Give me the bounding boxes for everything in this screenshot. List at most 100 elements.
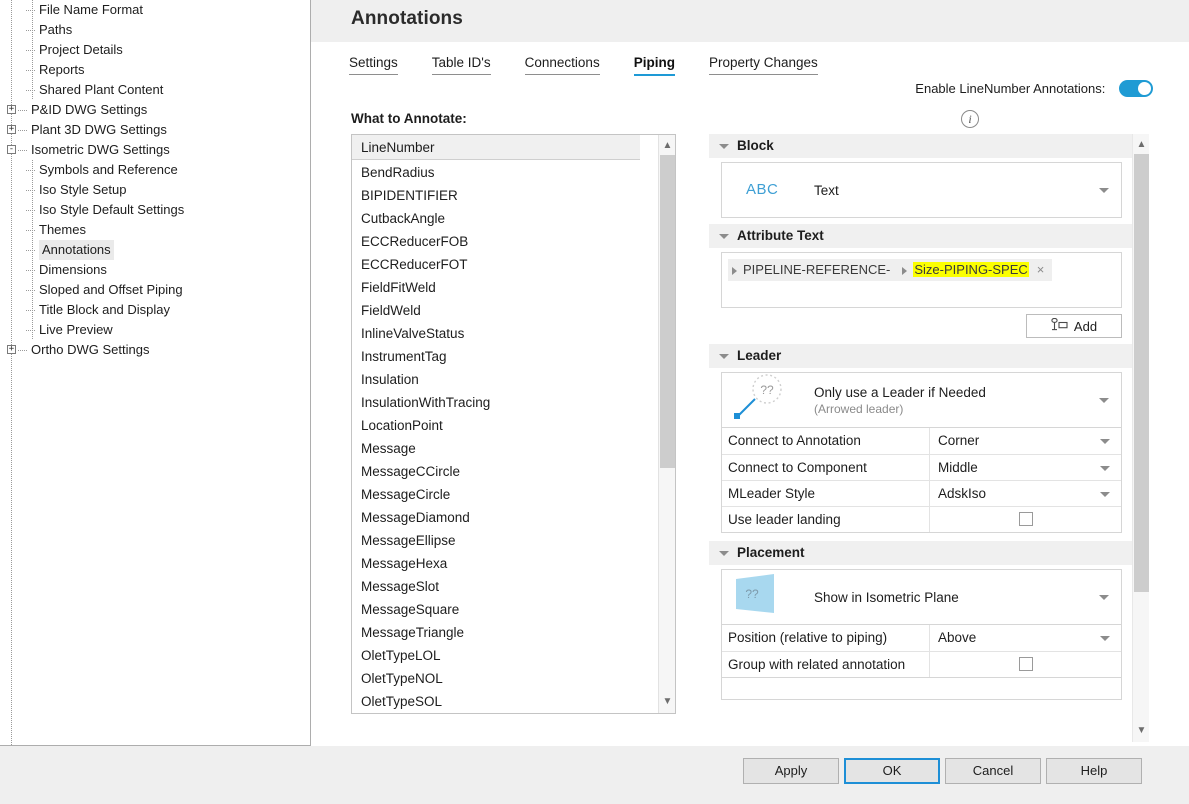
isometric-plane-icon: ?? — [722, 569, 814, 625]
scroll-down-icon[interactable]: ▼ — [1133, 722, 1149, 740]
cancel-button[interactable]: Cancel — [945, 758, 1041, 784]
leader-row-checkbox-cell — [930, 507, 1121, 532]
attribute-chip[interactable]: PIPELINE-REFERENCE- — [728, 259, 899, 281]
svg-text:??: ?? — [760, 383, 774, 397]
collapse-icon[interactable]: - — [7, 145, 16, 154]
placement-row: Group with related annotation — [722, 651, 1121, 677]
leader-type-subtext: (Arrowed leader) — [814, 401, 904, 416]
attribute-text-add-button[interactable]: Add — [1026, 314, 1122, 338]
list-item[interactable]: MessageCircle — [361, 483, 659, 506]
scroll-up-icon[interactable]: ▲ — [1133, 136, 1149, 154]
tab-table-id-s[interactable]: Table ID's — [431, 55, 491, 75]
tree-item-isometric-dwg-settings[interactable]: - Isometric DWG Settings — [0, 140, 310, 160]
tab-settings[interactable]: Settings — [349, 55, 398, 75]
help-button[interactable]: Help — [1046, 758, 1142, 784]
tree-item-live-preview[interactable]: Live Preview — [0, 320, 310, 340]
options-scrollbar[interactable]: ▲ ▼ — [1132, 134, 1149, 742]
tree-item-ortho-dwg-settings[interactable]: + Ortho DWG Settings — [0, 340, 310, 360]
tree-item-symbols-and-reference[interactable]: Symbols and Reference — [0, 160, 310, 180]
list-item[interactable]: LocationPoint — [361, 414, 659, 437]
expand-icon[interactable]: + — [7, 345, 16, 354]
section-header-leader[interactable]: Leader — [709, 344, 1132, 368]
tab-piping[interactable]: Piping — [633, 55, 675, 76]
list-item[interactable]: InsulationWithTracing — [361, 391, 659, 414]
enable-linenumber-annotations-toggle[interactable] — [1119, 80, 1153, 98]
attribute-text-chip-box[interactable]: PIPELINE-REFERENCE- Size-PIPING-SPEC × — [721, 252, 1122, 308]
tree-item-plant-3d-dwg-settings[interactable]: + Plant 3D DWG Settings — [0, 120, 310, 140]
list-item[interactable]: BIPIDENTIFIER — [361, 184, 659, 207]
leader-row-select[interactable]: Middle — [930, 455, 1121, 480]
tree-item-themes[interactable]: Themes — [0, 220, 310, 240]
tree-item-iso-style-default-settings[interactable]: Iso Style Default Settings — [0, 200, 310, 220]
tree-item-label: Sloped and Offset Piping — [39, 282, 183, 297]
leader-checkbox[interactable] — [1018, 512, 1033, 526]
settings-tree: File Name Format Paths Project Details Repo… — [0, 0, 310, 360]
listbox-scroll-thumb[interactable] — [660, 155, 675, 468]
section-header-placement[interactable]: Placement — [709, 541, 1132, 565]
section-header-block[interactable]: Block — [709, 134, 1132, 158]
scroll-up-icon[interactable]: ▲ — [659, 137, 675, 155]
tree-item-file-name-format[interactable]: File Name Format — [0, 0, 310, 20]
tree-connector-line — [26, 270, 36, 271]
leader-row-select[interactable]: Corner — [930, 428, 1121, 454]
close-icon[interactable]: × — [1037, 259, 1045, 281]
list-item[interactable]: InlineValveStatus — [361, 322, 659, 345]
chevron-right-icon[interactable] — [732, 266, 737, 275]
apply-button[interactable]: Apply — [743, 758, 839, 784]
tree-item-sloped-and-offset-piping[interactable]: Sloped and Offset Piping — [0, 280, 310, 300]
tree-item-iso-style-setup[interactable]: Iso Style Setup — [0, 180, 310, 200]
tree-item-p-id-dwg-settings[interactable]: + P&ID DWG Settings — [0, 100, 310, 120]
list-item[interactable]: MessageEllipse — [361, 529, 659, 552]
list-item[interactable]: MessageSlot — [361, 575, 659, 598]
options-scroll-thumb[interactable] — [1134, 154, 1149, 592]
block-type-select[interactable]: ABC Text — [721, 162, 1122, 218]
list-item[interactable]: ECCReducerFOB — [361, 230, 659, 253]
list-item[interactable]: CutbackAngle — [361, 207, 659, 230]
list-item[interactable]: MessageCCircle — [361, 460, 659, 483]
tree-item-label: Title Block and Display — [39, 302, 171, 317]
tree-item-reports[interactable]: Reports — [0, 60, 310, 80]
leader-type-select[interactable]: ?? Only use a Leader if Needed (Arrowed … — [721, 372, 1122, 428]
list-item[interactable]: Message — [361, 437, 659, 460]
list-item[interactable]: BendRadius — [361, 161, 659, 184]
tree-connector-line — [26, 290, 36, 291]
list-item[interactable]: MessageDiamond — [361, 506, 659, 529]
list-item[interactable]: FieldWeld — [361, 299, 659, 322]
placement-row-label: Position (relative to piping) — [722, 625, 930, 651]
placement-row-select[interactable]: Above — [930, 625, 1121, 651]
attribute-chip[interactable]: Size-PIPING-SPEC × — [898, 259, 1053, 281]
tree-item-project-details[interactable]: Project Details — [0, 40, 310, 60]
list-item[interactable]: MessageSquare — [361, 598, 659, 621]
leader-row: Connect to Component Middle — [722, 454, 1121, 480]
tree-item-paths[interactable]: Paths — [0, 20, 310, 40]
tree-item-shared-plant-content[interactable]: Shared Plant Content — [0, 80, 310, 100]
section-header-attribute-text[interactable]: Attribute Text — [709, 224, 1132, 248]
expand-icon[interactable]: + — [7, 105, 16, 114]
ok-button[interactable]: OK — [844, 758, 940, 784]
list-item[interactable]: ECCReducerFOT — [361, 253, 659, 276]
attribute-text-add-label: Add — [1073, 318, 1098, 334]
leader-row-select[interactable]: AdskIso — [930, 481, 1121, 506]
tree-item-title-block-and-display[interactable]: Title Block and Display — [0, 300, 310, 320]
list-item[interactable]: Insulation — [361, 368, 659, 391]
list-item[interactable]: OletTypeLOL — [361, 644, 659, 667]
info-icon[interactable]: i — [961, 110, 979, 128]
annotation-options-pane: Block ABC Text Attribute Text PIPELINE-R… — [709, 134, 1149, 742]
what-to-annotate-selected-item[interactable]: LineNumber — [352, 135, 640, 160]
list-item[interactable]: MessageHexa — [361, 552, 659, 575]
chevron-right-icon[interactable] — [902, 266, 908, 275]
list-item[interactable]: MessageTriangle — [361, 621, 659, 644]
list-item[interactable]: OletTypeNOL — [361, 667, 659, 690]
placement-type-select[interactable]: ?? Show in Isometric Plane — [721, 569, 1122, 625]
tree-item-dimensions[interactable]: Dimensions — [0, 260, 310, 280]
expand-icon[interactable]: + — [7, 125, 16, 134]
tree-item-annotations[interactable]: Annotations — [0, 240, 310, 260]
list-item[interactable]: FieldFitWeld — [361, 276, 659, 299]
scroll-down-icon[interactable]: ▼ — [659, 693, 675, 711]
listbox-scrollbar[interactable]: ▲ ▼ — [658, 135, 675, 713]
list-item[interactable]: InstrumentTag — [361, 345, 659, 368]
tab-property-changes[interactable]: Property Changes — [708, 55, 818, 75]
placement-checkbox[interactable] — [1018, 657, 1033, 671]
list-item[interactable]: OletTypeSOL — [361, 690, 659, 713]
tab-connections[interactable]: Connections — [524, 55, 600, 75]
